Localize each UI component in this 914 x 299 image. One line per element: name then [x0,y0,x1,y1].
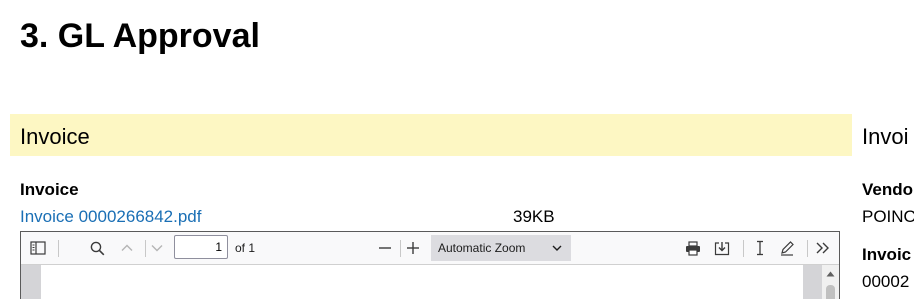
zoom-select[interactable]: Automatic Zoom [431,235,571,261]
pdf-toolbar: of 1 Automatic Zoom [21,232,839,265]
invoice-file-link[interactable]: Invoice 0000266842.pdf [20,207,202,227]
page-number-input[interactable] [174,235,228,259]
chevron-down-icon[interactable] [146,237,168,259]
pdf-viewer: of 1 Automatic Zoom [20,231,840,299]
double-chevron-icon[interactable] [812,237,834,259]
pdf-page [41,265,803,299]
vendor-label: Vendo [862,180,914,199]
invoice-number-value: 00002 [862,272,910,291]
invoice-number-label: Invoic [862,245,912,264]
pdf-viewer-canvas[interactable] [21,265,839,299]
search-icon[interactable] [86,237,108,259]
toolbar-divider [743,240,744,257]
scrollbar-thumb[interactable] [826,285,835,299]
scroll-up-icon[interactable] [822,265,839,282]
invoice-field-label: Invoice [20,180,79,199]
chevron-down-icon [551,239,563,257]
pen-icon[interactable] [776,237,798,259]
invoice-section-header: Invoice [10,114,852,156]
text-cursor-icon[interactable] [749,237,771,259]
vendor-value: POINO [862,207,914,226]
zoom-value: Automatic Zoom [438,241,526,255]
file-size: 39KB [513,207,555,226]
toolbar-divider [400,240,401,257]
minus-icon[interactable] [374,237,396,259]
page-count: of 1 [235,241,256,255]
toolbar-divider [58,240,59,257]
printer-icon[interactable] [682,237,704,259]
download-icon[interactable] [711,237,733,259]
right-section-title: Invoi [862,124,909,149]
vertical-scrollbar[interactable] [822,265,839,299]
sidebar-toggle-icon[interactable] [27,237,49,259]
page-title: 3. GL Approval [20,17,260,55]
section-title: Invoice [20,124,90,149]
plus-icon[interactable] [402,237,424,259]
chevron-up-icon[interactable] [116,237,138,259]
toolbar-divider [807,240,808,257]
